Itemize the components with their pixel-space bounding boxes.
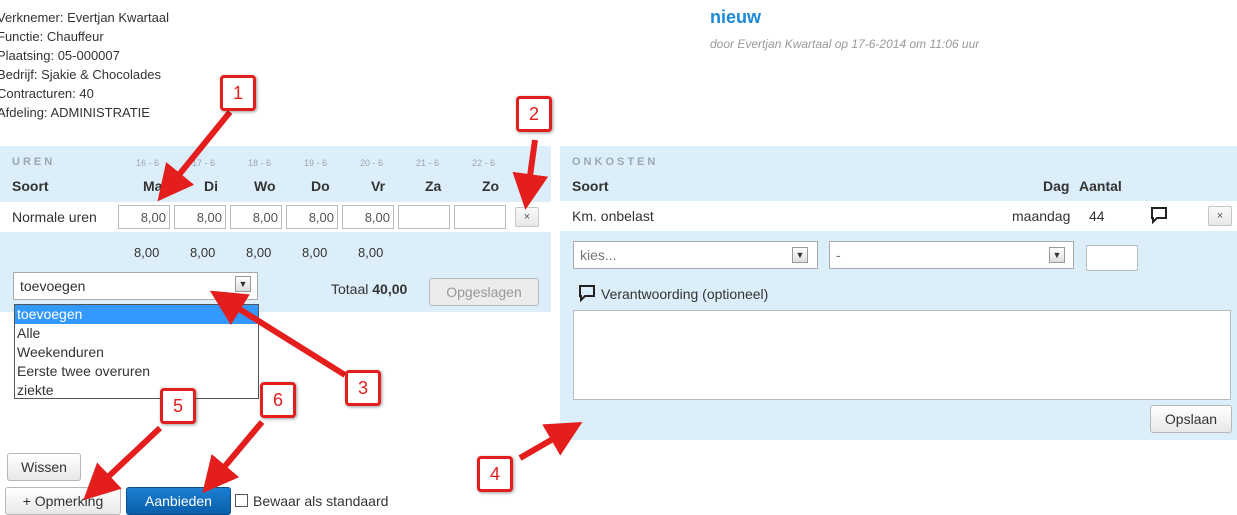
employee-info: Verknemer: Evertjan Kwartaal Functie: Ch… [0,8,169,122]
onkosten-row-aantal: 44 [1089,208,1105,224]
bewaar-checkbox[interactable] [235,494,248,507]
comment-icon [579,285,595,302]
annotation-5: 5 [160,388,196,424]
wissen-button[interactable]: Wissen [7,453,81,481]
hour-input-za[interactable] [398,205,450,229]
onkosten-type-select[interactable]: kies... [573,241,818,269]
dropdown-option[interactable]: ziekte [15,381,258,400]
hour-input-ma[interactable] [118,205,170,229]
day-date: 21 - 6 [416,158,440,168]
remove-onkosten-row-button[interactable]: × [1208,206,1232,226]
hour-input-wo[interactable] [230,205,282,229]
totaal-value: 40,00 [372,281,408,297]
opgeslagen-button[interactable]: Opgeslagen [429,278,539,306]
onkosten-day-select[interactable]: - [829,241,1074,269]
hour-input-do[interactable] [286,205,338,229]
day-header-wo: Wo [254,178,276,194]
day-total: 8,00 [358,245,384,260]
day-header-di: Di [204,178,218,194]
onkosten-aantal-header: Aantal [1079,178,1122,194]
onkosten-row [560,201,1237,231]
day-date: 22 - 6 [472,158,496,168]
annotation-1: 1 [220,75,256,111]
verantwoording-textarea[interactable] [573,310,1231,400]
opmerking-button[interactable]: + Opmerking [5,487,121,515]
hour-input-di[interactable] [174,205,226,229]
day-header-ma: Ma [143,178,163,194]
dropdown-option[interactable]: Weekenduren [15,343,258,362]
remove-uren-row-button[interactable]: × [515,207,539,227]
bewaar-label: Bewaar als standaard [253,493,389,509]
verantwoording-label: Verantwoording (optioneel) [601,286,769,302]
chevron-down-icon[interactable]: ▼ [235,276,251,292]
opslaan-button[interactable]: Opslaan [1150,405,1232,433]
hour-input-zo[interactable] [454,205,506,229]
day-date: 17 - 6 [192,158,216,168]
day-date: 16 - 6 [136,158,160,168]
page-title: nieuw [710,7,762,27]
day-total: 8,00 [246,245,272,260]
onkosten-soort-header: Soort [572,178,609,194]
uren-row-label: Normale uren [12,209,97,225]
onkosten-type-select-value: kies... [580,247,617,263]
page-subtitle: door Evertjan Kwartaal op 17-6-2014 om 1… [710,37,980,51]
dropdown-option[interactable]: toevoegen [15,305,258,324]
day-header-do: Do [311,178,330,194]
add-hours-select[interactable]: toevoegen [13,272,258,300]
day-total: 8,00 [134,245,160,260]
arrow-6 [202,420,265,494]
onkosten-row-soort: Km. onbelast [572,208,654,224]
arrow-5 [83,425,163,501]
onkosten-section-label: ONKOSTEN [572,156,659,168]
add-hours-dropdown: toevoegen Alle Weekenduren Eerste twee o… [14,304,259,399]
employee-contract-hours: Contracturen: 40 [0,86,94,101]
onkosten-aantal-input[interactable] [1086,245,1138,271]
day-total: 8,00 [190,245,216,260]
dropdown-option[interactable]: Alle [15,324,258,343]
day-date: 20 - 6 [360,158,384,168]
add-hours-select-value: toevoegen [20,278,86,294]
day-date: 19 - 6 [304,158,328,168]
chevron-down-icon[interactable]: ▼ [1049,247,1065,263]
day-header-za: Za [425,178,442,194]
annotation-6: 6 [260,382,296,418]
annotation-2: 2 [516,96,552,132]
aanbieden-button[interactable]: Aanbieden [126,487,231,515]
uren-totaal: Totaal 40,00 [331,281,407,297]
day-total: 8,00 [302,245,328,260]
onkosten-day-select-value: - [836,247,841,263]
day-header-zo: Zo [482,178,500,194]
employee-department: Afdeling: ADMINISTRATIE [0,105,150,120]
day-date: 18 - 6 [248,158,272,168]
onkosten-dag-header: Dag [1043,178,1070,194]
uren-soort-header: Soort [12,178,49,194]
employee-name: Verknemer: Evertjan Kwartaal [0,10,169,25]
employee-placement: Plaatsing: 05-000007 [0,48,120,63]
employee-function: Functie: Chauffeur [0,29,104,44]
annotation-4: 4 [477,456,513,492]
comment-icon[interactable] [1150,206,1168,224]
onkosten-row-dag: maandag [1012,208,1071,224]
dropdown-option[interactable]: Eerste twee overuren [15,362,258,381]
employee-company: Bedrijf: Sjakie & Chocolades [0,67,162,82]
chevron-down-icon[interactable]: ▼ [792,247,808,263]
annotation-3: 3 [345,370,381,406]
hour-input-vr[interactable] [342,205,394,229]
uren-section-label: UREN [12,156,56,168]
totaal-label: Totaal [331,281,369,297]
day-header-vr: Vr [371,178,386,194]
